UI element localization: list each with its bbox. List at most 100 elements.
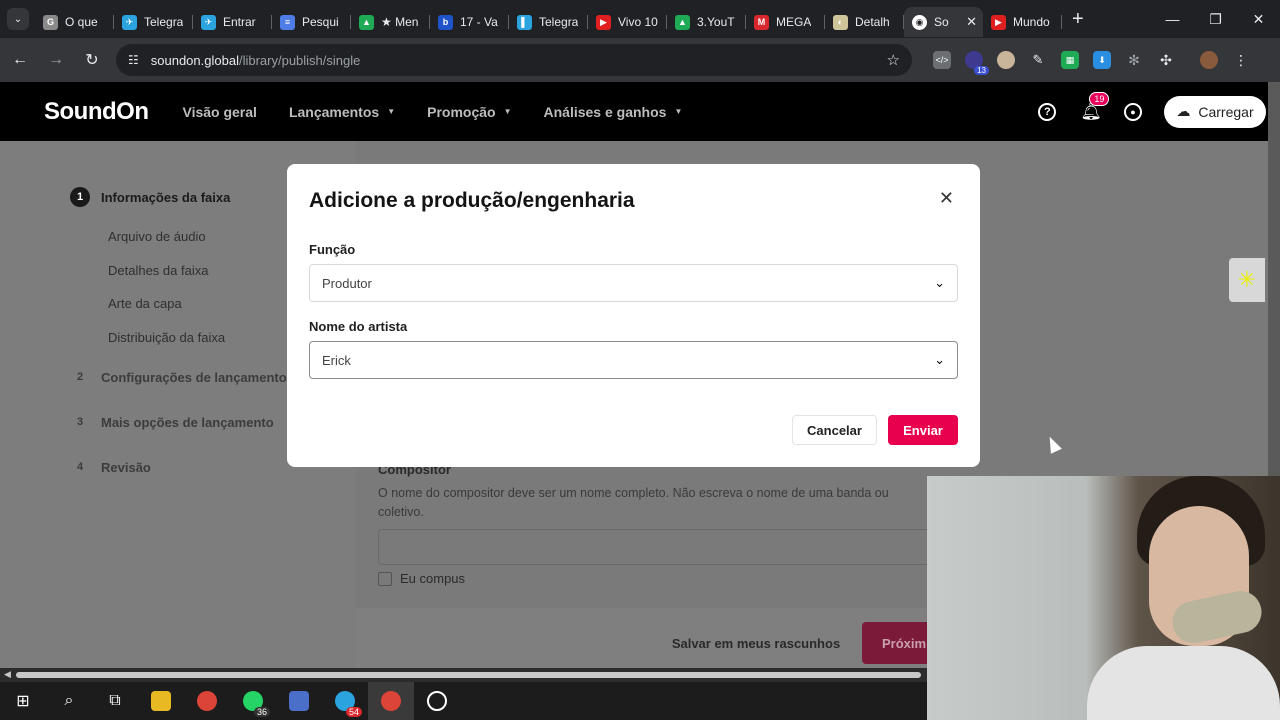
tab-search-icon[interactable]: ⌄ <box>7 8 29 30</box>
nav-link-label: Promoção <box>427 103 496 120</box>
step-number: 3 <box>76 416 84 428</box>
cookie-extension-icon[interactable] <box>997 51 1015 69</box>
openai-extension-icon[interactable]: ✻ <box>1125 51 1143 69</box>
search-icon[interactable]: ⌕ <box>46 682 92 720</box>
browser-tab[interactable]: ▶ Vivo 10 <box>588 7 667 37</box>
nav-link-label: Visão geral <box>182 103 257 120</box>
app-navbar: SoundOn Visão geral Lançamentos ▼ Promoção ▼… <box>0 82 1268 141</box>
horizontal-scrollbar[interactable]: ◀ <box>0 668 927 682</box>
browser-tab[interactable]: ▶ Mundo <box>983 7 1062 37</box>
tab-list: G O que ✈ Telegra ✈ Entrar ≡ Pesqui ▲ ★ Men b 17 - … <box>35 1 1062 37</box>
checkbox-box[interactable] <box>378 571 392 586</box>
composer-input[interactable] <box>378 529 938 565</box>
upload-button[interactable]: ☁ Carregar <box>1164 95 1266 128</box>
browser-tab[interactable]: ◉ So ✕ <box>904 7 983 37</box>
browser-tab[interactable]: ✈ Telegra <box>114 7 193 37</box>
extension-icon[interactable]: 13 <box>965 51 989 75</box>
whatsapp-icon[interactable]: 36 <box>230 682 276 720</box>
composer-checkbox[interactable]: Eu compus <box>378 571 465 586</box>
extension-badge: 13 <box>974 66 989 75</box>
bookmark-star-icon[interactable]: ☆ <box>887 51 900 69</box>
url-host: soundon.global <box>150 52 239 68</box>
windows-start-icon[interactable]: ⊞ <box>0 682 46 720</box>
modal-title: Adicione a produção/engenharia <box>309 189 635 212</box>
extensions-puzzle-icon[interactable]: ✣ <box>1157 51 1175 69</box>
tab-label: Pesqui <box>302 15 339 29</box>
clock-app-icon[interactable] <box>414 682 460 720</box>
tab-favicon-icon: ◐ <box>833 14 848 30</box>
tab-label: 3.YouT <box>697 15 735 29</box>
sidebar-substep[interactable]: Arte da capa <box>108 296 182 311</box>
close-icon[interactable]: ✕ <box>939 188 954 209</box>
scroll-left-icon[interactable]: ◀ <box>4 669 11 680</box>
minimize-icon[interactable]: — <box>1151 0 1194 38</box>
step-label: Mais opções de lançamento <box>101 414 274 430</box>
eyedropper-icon[interactable]: ✎ <box>1029 51 1047 69</box>
tab-favicon-icon: b <box>438 14 453 30</box>
close-window-icon[interactable]: ✕ <box>1237 0 1280 38</box>
tab-label: Detalh <box>855 15 890 29</box>
browser-menu-icon[interactable]: ⋮ <box>1232 51 1250 69</box>
artist-name-select[interactable]: Erick ⌄ <box>309 341 958 379</box>
composer-help-text: O nome do compositor deve ser um nome co… <box>378 486 889 519</box>
profile-avatar[interactable] <box>1200 51 1218 69</box>
step-label: Informações da faixa <box>101 189 231 205</box>
browser-tab[interactable]: ✈ Entrar <box>193 7 272 37</box>
browser-tab[interactable]: ▌ Telegra <box>509 7 588 37</box>
site-info-icon[interactable]: ☷ <box>128 53 139 67</box>
sidebar-step[interactable]: 4 Revisão <box>70 457 151 477</box>
tab-close-icon[interactable]: ✕ <box>966 14 977 30</box>
telegram-icon[interactable]: 54 <box>322 682 368 720</box>
browser-tab[interactable]: M MEGA <box>746 7 825 37</box>
app-icon[interactable] <box>276 682 322 720</box>
tab-favicon-icon: ▶ <box>596 14 611 30</box>
browser-tab[interactable]: G O que <box>35 7 114 37</box>
forward-icon[interactable]: → <box>40 44 72 76</box>
browser-tab[interactable]: ◐ Detalh <box>825 7 904 37</box>
reload-icon[interactable]: ↻ <box>76 44 108 76</box>
sidebar-substep[interactable]: Detalhes da faixa <box>108 263 208 278</box>
nav-link[interactable]: Lançamentos ▼ <box>289 104 395 120</box>
devtools-extension-icon[interactable]: </> <box>933 51 951 69</box>
download-extension-icon[interactable]: ⬇ <box>1093 51 1111 69</box>
tab-favicon-icon: G <box>43 14 58 30</box>
chrome-icon[interactable] <box>184 682 230 720</box>
tab-label: 17 - Va <box>460 15 498 29</box>
address-bar[interactable]: ☷ soundon.global/library/publish/single … <box>116 44 912 76</box>
sidebar-substep[interactable]: Distribuição da faixa <box>108 330 225 345</box>
tab-favicon-icon: M <box>754 14 769 30</box>
submit-button[interactable]: Enviar <box>888 415 958 445</box>
account-icon[interactable]: ● <box>1124 102 1142 121</box>
main-nav: Visão geral Lançamentos ▼ Promoção ▼ Análises… <box>182 104 714 120</box>
sidebar-step[interactable]: 2 Configurações de lançamento <box>70 367 287 387</box>
new-tab-icon[interactable]: + <box>1072 8 1084 31</box>
chrome-active-icon[interactable] <box>368 682 414 720</box>
sidebar-step[interactable]: 1 Informações da faixa <box>70 187 230 207</box>
browser-tab[interactable]: ▲ ★ Men <box>351 7 430 37</box>
browser-tab[interactable]: ≡ Pesqui <box>272 7 351 37</box>
nav-link[interactable]: Análises e ganhos ▼ <box>544 104 683 120</box>
help-icon[interactable]: ? <box>1038 102 1057 121</box>
sheets-extension-icon[interactable]: ▦ <box>1061 51 1079 69</box>
task-view-icon[interactable]: ⧉ <box>92 682 138 720</box>
soundon-logo[interactable]: SoundOn <box>44 98 149 126</box>
floating-widget-icon[interactable]: ✳ <box>1229 258 1265 302</box>
back-icon[interactable]: ← <box>4 44 36 76</box>
nav-link[interactable]: Visão geral <box>182 104 256 120</box>
browser-tab[interactable]: ▲ 3.YouT <box>667 7 746 37</box>
scroll-thumb[interactable] <box>16 672 921 678</box>
tab-favicon-icon: ✈ <box>201 14 216 30</box>
caret-down-icon: ▼ <box>674 107 683 116</box>
tab-label: Vivo 10 <box>618 15 658 29</box>
restore-icon[interactable]: ❐ <box>1194 0 1237 38</box>
sidebar-substep[interactable]: Arquivo de áudio <box>108 229 206 244</box>
file-explorer-icon[interactable] <box>138 682 184 720</box>
browser-tab[interactable]: b 17 - Va <box>430 7 509 37</box>
notifications-bell-icon[interactable]: 🔔︎ 19 <box>1080 91 1110 122</box>
step-label: Configurações de lançamento <box>101 369 287 385</box>
nav-link[interactable]: Promoção ▼ <box>427 104 511 120</box>
cancel-button[interactable]: Cancelar <box>792 415 877 445</box>
sidebar-step[interactable]: 3 Mais opções de lançamento <box>70 412 274 432</box>
save-draft-button[interactable]: Salvar em meus rascunhos <box>656 622 856 664</box>
role-select[interactable]: Produtor ⌄ <box>309 264 958 302</box>
